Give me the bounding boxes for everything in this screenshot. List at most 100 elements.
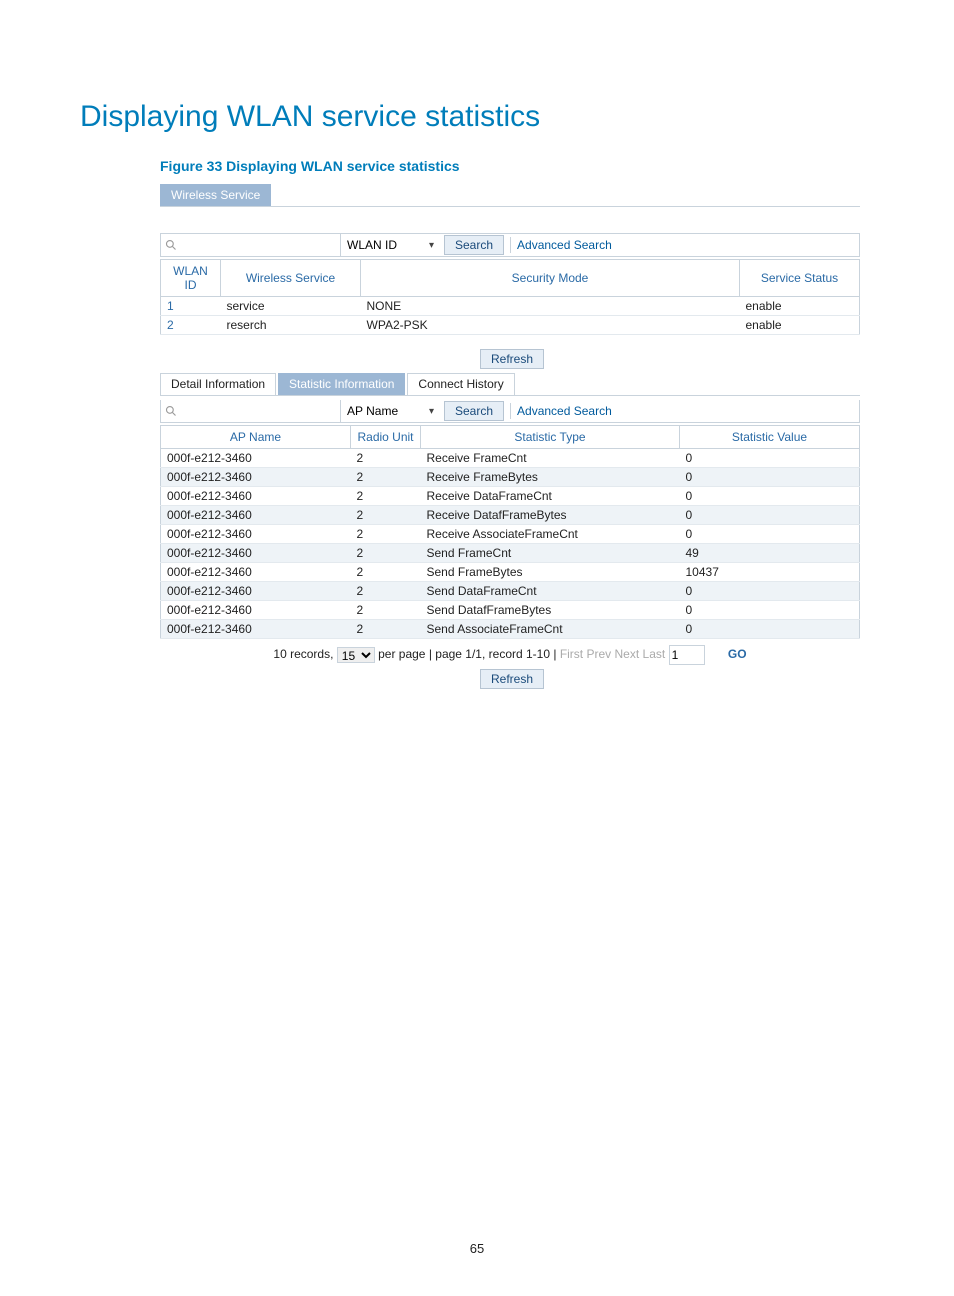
tab-detail-information[interactable]: Detail Information [160, 373, 276, 395]
cell-statistic-value: 0 [680, 620, 860, 639]
cell-radio-unit: 2 [351, 449, 421, 468]
cell-statistic-value: 0 [680, 449, 860, 468]
cell-statistic-value: 0 [680, 525, 860, 544]
col-ap-name[interactable]: AP Name [161, 426, 351, 449]
table-row[interactable]: 1serviceNONEenable [161, 297, 860, 316]
cell-statistic-type: Send DataFrameCnt [421, 582, 680, 601]
figure-caption: Figure 33 Displaying WLAN service statis… [160, 158, 874, 174]
cell-ap-name: 000f-e212-3460 [161, 487, 351, 506]
cell-statistic-type: Receive AssociateFrameCnt [421, 525, 680, 544]
cell-security-mode: NONE [361, 297, 740, 316]
cell-ap-name: 000f-e212-3460 [161, 601, 351, 620]
table-row[interactable]: 000f-e212-34602Receive FrameCnt0 [161, 449, 860, 468]
table-row[interactable]: 000f-e212-34602Send DataFrameCnt0 [161, 582, 860, 601]
cell-radio-unit: 2 [351, 563, 421, 582]
goto-page-input[interactable] [669, 645, 705, 665]
pager-first[interactable]: First [560, 647, 583, 661]
cell-ap-name: 000f-e212-3460 [161, 468, 351, 487]
stats-search-type-select[interactable]: AP Name [340, 400, 440, 422]
statistics-table: AP Name Radio Unit Statistic Type Statis… [160, 425, 860, 639]
cell-radio-unit: 2 [351, 468, 421, 487]
wlan-search-input[interactable] [181, 235, 340, 255]
col-security-mode[interactable]: Security Mode [361, 260, 740, 297]
table-row[interactable]: 000f-e212-34602Send AssociateFrameCnt0 [161, 620, 860, 639]
table-row[interactable]: 000f-e212-34602Send FrameCnt49 [161, 544, 860, 563]
cell-radio-unit: 2 [351, 582, 421, 601]
table-row[interactable]: 000f-e212-34602Receive DataFrameCnt0 [161, 487, 860, 506]
cell-ap-name: 000f-e212-3460 [161, 563, 351, 582]
stats-search-input[interactable] [181, 401, 340, 421]
cell-ap-name: 000f-e212-3460 [161, 525, 351, 544]
tab-statistic-information[interactable]: Statistic Information [278, 373, 405, 395]
cell-statistic-type: Send DatafFrameBytes [421, 601, 680, 620]
table-row[interactable]: 000f-e212-34602Receive AssociateFrameCnt… [161, 525, 860, 544]
wlan-search-row: WLAN ID Search Advanced Search [160, 233, 860, 257]
wlan-search-type-select[interactable]: WLAN ID [340, 234, 440, 256]
cell-radio-unit: 2 [351, 620, 421, 639]
table-header-row: AP Name Radio Unit Statistic Type Statis… [161, 426, 860, 449]
pager-prev[interactable]: Prev [586, 647, 611, 661]
cell-radio-unit: 2 [351, 601, 421, 620]
col-radio-unit[interactable]: Radio Unit [351, 426, 421, 449]
go-button[interactable]: GO [728, 647, 747, 661]
page-title: Displaying WLAN service statistics [80, 100, 874, 134]
records-count: 10 records, [273, 647, 333, 661]
cell-statistic-value: 0 [680, 582, 860, 601]
cell-wireless-service: reserch [221, 316, 361, 335]
stats-search-row: AP Name Search Advanced Search [160, 400, 860, 423]
cell-radio-unit: 2 [351, 544, 421, 563]
cell-ap-name: 000f-e212-3460 [161, 582, 351, 601]
cell-ap-name: 000f-e212-3460 [161, 544, 351, 563]
cell-statistic-type: Send FrameBytes [421, 563, 680, 582]
table-row[interactable]: 2reserchWPA2-PSKenable [161, 316, 860, 335]
refresh-button-bottom[interactable]: Refresh [480, 669, 544, 689]
cell-ap-name: 000f-e212-3460 [161, 506, 351, 525]
tab-connect-history[interactable]: Connect History [407, 373, 514, 395]
pager-next[interactable]: Next [615, 647, 640, 661]
cell-statistic-type: Receive FrameBytes [421, 468, 680, 487]
cell-statistic-value: 0 [680, 506, 860, 525]
cell-ap-name: 000f-e212-3460 [161, 449, 351, 468]
cell-service-status: enable [740, 297, 860, 316]
cell-statistic-value: 0 [680, 487, 860, 506]
col-wlan-id[interactable]: WLAN ID [161, 260, 221, 297]
col-statistic-value[interactable]: Statistic Value [680, 426, 860, 449]
cell-radio-unit: 2 [351, 525, 421, 544]
cell-statistic-type: Send FrameCnt [421, 544, 680, 563]
cell-statistic-type: Send AssociateFrameCnt [421, 620, 680, 639]
col-statistic-type[interactable]: Statistic Type [421, 426, 680, 449]
cell-wireless-service: service [221, 297, 361, 316]
table-header-row: WLAN ID Wireless Service Security Mode S… [161, 260, 860, 297]
page-number: 65 [0, 1241, 954, 1256]
cell-statistic-type: Receive DatafFrameBytes [421, 506, 680, 525]
tab-wireless-service[interactable]: Wireless Service [160, 184, 271, 206]
figure-screenshot: Wireless Service WLAN ID Search Advanced… [160, 184, 860, 689]
pager-last[interactable]: Last [643, 647, 666, 661]
cell-ap-name: 000f-e212-3460 [161, 620, 351, 639]
pager-info: per page | page 1/1, record 1-10 | [378, 647, 556, 661]
search-icon [161, 405, 181, 417]
cell-statistic-type: Receive DataFrameCnt [421, 487, 680, 506]
wlan-search-button[interactable]: Search [444, 235, 504, 255]
table-row[interactable]: 000f-e212-34602Send FrameBytes10437 [161, 563, 860, 582]
stats-search-button[interactable]: Search [444, 401, 504, 421]
cell-statistic-type: Receive FrameCnt [421, 449, 680, 468]
table-row[interactable]: 000f-e212-34602Receive FrameBytes0 [161, 468, 860, 487]
cell-wlan-id: 1 [161, 297, 221, 316]
refresh-button-top[interactable]: Refresh [480, 349, 544, 369]
inner-tabstrip: Detail Information Statistic Information… [160, 373, 860, 396]
table-row[interactable]: 000f-e212-34602Send DatafFrameBytes0 [161, 601, 860, 620]
pagination-bar: 10 records, 15 per page | page 1/1, reco… [160, 645, 860, 665]
outer-tabstrip: Wireless Service [160, 184, 860, 207]
cell-statistic-value: 0 [680, 468, 860, 487]
per-page-select[interactable]: 15 [337, 647, 375, 663]
col-wireless-service[interactable]: Wireless Service [221, 260, 361, 297]
search-icon [161, 239, 181, 251]
table-row[interactable]: 000f-e212-34602Receive DatafFrameBytes0 [161, 506, 860, 525]
stats-advanced-search-link[interactable]: Advanced Search [510, 403, 612, 419]
cell-wlan-id: 2 [161, 316, 221, 335]
wlan-advanced-search-link[interactable]: Advanced Search [510, 237, 612, 253]
cell-security-mode: WPA2-PSK [361, 316, 740, 335]
cell-service-status: enable [740, 316, 860, 335]
col-service-status[interactable]: Service Status [740, 260, 860, 297]
